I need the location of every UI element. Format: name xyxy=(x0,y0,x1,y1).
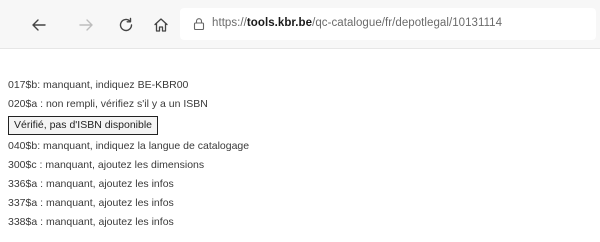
verify-button-row: Vérifié, pas d'ISBN disponible xyxy=(8,114,598,137)
url-text[interactable]: https://tools.kbr.be/qc-catalogue/fr/dep… xyxy=(212,17,502,29)
url-domain: tools.kbr.be xyxy=(246,17,313,29)
back-button[interactable] xyxy=(26,12,52,38)
message-337a: 337$a : manquant, ajoutez les infos xyxy=(8,197,174,209)
lock-icon[interactable] xyxy=(192,17,206,31)
reload-icon xyxy=(119,17,133,32)
url-path: /qc-catalogue/fr/depotlegal/10131114 xyxy=(312,17,503,29)
qc-message-list: 017$b: manquant, indiquez BE-KBR00 020$a… xyxy=(8,76,598,232)
message-338a: 338$a : manquant, ajoutez les infos xyxy=(8,216,174,228)
browser-toolbar: https://tools.kbr.be/qc-catalogue/fr/dep… xyxy=(0,0,600,49)
address-bar[interactable]: https://tools.kbr.be/qc-catalogue/fr/dep… xyxy=(180,8,596,40)
arrow-left-icon xyxy=(32,19,46,31)
home-icon xyxy=(154,18,168,32)
message-040b: 040$b: manquant, indiquez la langue de c… xyxy=(8,140,250,152)
arrow-right-icon xyxy=(79,19,93,31)
reload-button[interactable] xyxy=(113,12,139,38)
home-button[interactable] xyxy=(148,12,174,38)
message-017b: 017$b: manquant, indiquez BE-KBR00 xyxy=(8,79,189,91)
url-prefix: https:// xyxy=(212,17,247,29)
message-020a: 020$a : non rempli, vérifiez s'il y a un… xyxy=(8,98,208,110)
verified-no-isbn-button[interactable]: Vérifié, pas d'ISBN disponible xyxy=(8,116,158,135)
message-300c: 300$c : manquant, ajoutez les dimensions xyxy=(8,159,205,171)
forward-button[interactable] xyxy=(73,12,99,38)
message-336a: 336$a : manquant, ajoutez les infos xyxy=(8,178,174,190)
